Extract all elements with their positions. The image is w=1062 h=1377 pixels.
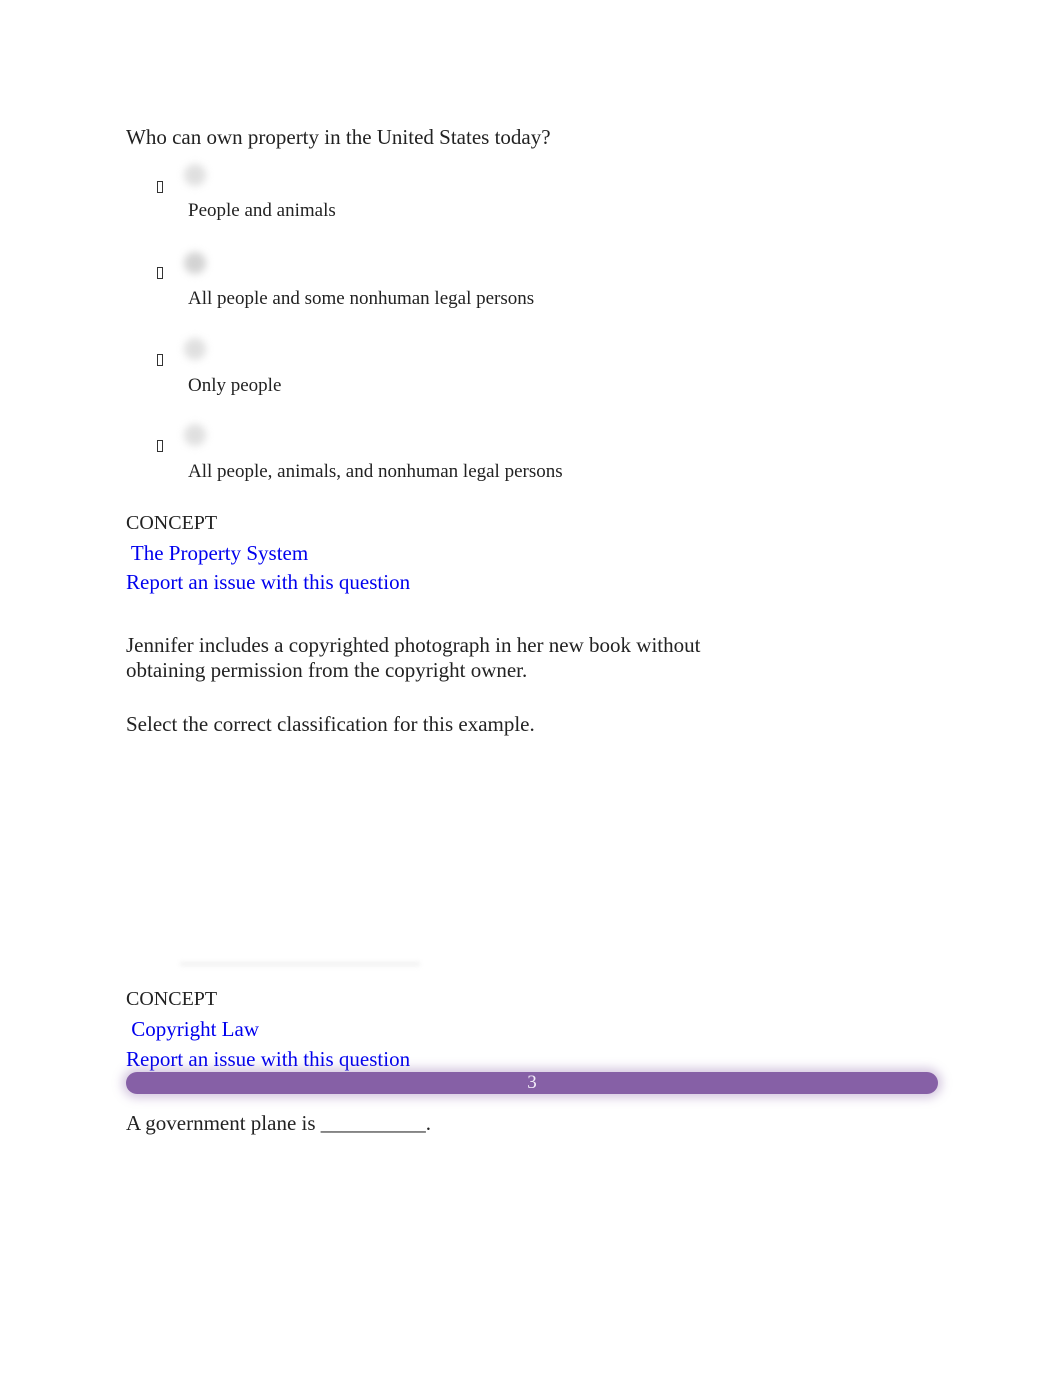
concept-label: CONCEPT [126, 512, 218, 534]
concept-link[interactable]: Copyright Law [126, 1017, 259, 1042]
question-2-prompt-line-2: obtaining permission from the copyright … [126, 658, 528, 682]
radio-icon[interactable] [184, 424, 206, 446]
page-number-bar: 3 [126, 1072, 938, 1094]
concept-link[interactable]: The Property System [126, 541, 308, 566]
radio-icon[interactable] [184, 252, 206, 274]
concept-label: CONCEPT [126, 988, 218, 1010]
report-issue-link[interactable]: Report an issue with this question [126, 570, 410, 595]
question-2-prompt-line-1: Jennifer includes a copyrighted photogra… [126, 633, 701, 657]
answer-option-label: All people and some nonhuman legal perso… [188, 288, 535, 309]
radio-icon[interactable] [184, 338, 206, 360]
question-3-prompt: A government plane is __________. [126, 1111, 432, 1135]
page-number: 3 [527, 1072, 537, 1093]
answer-option-label: Only people [188, 375, 282, 396]
answer-option-label: All people, animals, and nonhuman legal … [188, 461, 563, 482]
bullet-icon [157, 440, 163, 452]
radio-icon[interactable] [184, 164, 206, 186]
bullet-icon [157, 181, 163, 193]
bullet-icon [157, 354, 163, 366]
answer-option-label: People and animals [188, 200, 336, 221]
question-2-instruction: Select the correct classification for th… [126, 712, 535, 736]
question-1-prompt: Who can own property in the United State… [126, 125, 551, 149]
bullet-icon [157, 267, 163, 279]
report-issue-link[interactable]: Report an issue with this question [126, 1047, 410, 1072]
answer-area-divider [180, 962, 420, 968]
